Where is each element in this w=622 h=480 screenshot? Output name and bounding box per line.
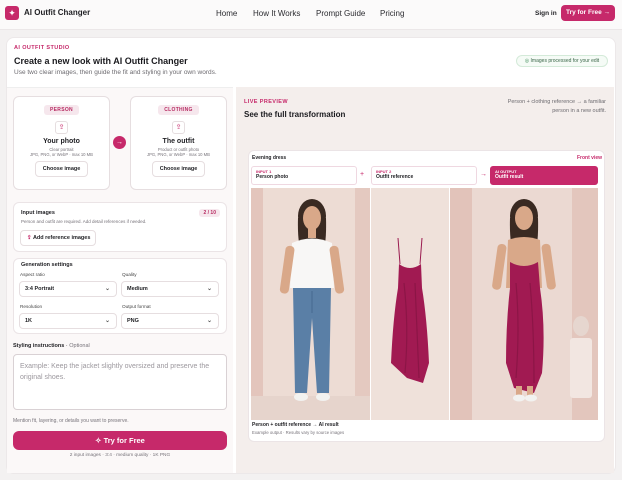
person-title: Your photo: [43, 138, 80, 145]
step2-title: Outfit reference: [376, 174, 414, 180]
quality-label: Quality: [122, 272, 137, 277]
choose-person-image-button[interactable]: Choose image: [34, 161, 89, 178]
aspect-ratio-select[interactable]: 3:4 Portrait ⌄: [19, 281, 117, 297]
person-photo-image: [251, 188, 370, 420]
preview-eyebrow: LIVE PREVIEW: [244, 99, 288, 105]
clothing-title: The outfit: [162, 138, 195, 145]
step-input-2: INPUT 2 Outfit reference: [371, 166, 477, 185]
quality-value: Medium: [127, 286, 148, 292]
input-images-desc: Person and outfit are required. Add deta…: [21, 219, 147, 224]
preview-caption-sub: Example output · Results vary by source …: [252, 430, 345, 435]
preview-title: See the full transformation: [244, 110, 346, 119]
resolution-select[interactable]: 1K ⌄: [19, 313, 117, 329]
page-subtitle: Use two clear images, then guide the fit…: [14, 69, 217, 76]
aspect-ratio-label: Aspect ratio: [20, 272, 45, 277]
choose-clothing-image-button[interactable]: Choose image: [151, 161, 206, 178]
nav-link-home[interactable]: Home: [216, 9, 237, 18]
styling-instructions-textarea[interactable]: Example: Keep the jacket slightly oversi…: [13, 354, 227, 410]
preview-card-title: Evening dress: [252, 155, 287, 161]
sign-in-link[interactable]: Sign in: [535, 10, 557, 17]
clothing-formats: JPG, PNG, or WebP · max 10 MB: [147, 152, 210, 158]
upload-icon: ⇪: [27, 235, 32, 241]
chevron-down-icon: ⌄: [206, 286, 212, 292]
chevron-down-icon: ⌄: [104, 286, 110, 292]
top-nav: ✦ AI Outfit Changer Home How It Works Pr…: [0, 0, 622, 30]
try-free-button[interactable]: ✧ Try for Free: [13, 431, 227, 450]
optional-label: Optional: [69, 343, 90, 349]
aspect-ratio-value: 3:4 Portrait: [25, 286, 55, 292]
brand-name[interactable]: AI Outfit Changer: [24, 8, 90, 17]
nav-link-how-it-works[interactable]: How It Works: [253, 9, 300, 18]
nav-link-pricing[interactable]: Pricing: [380, 9, 404, 18]
generation-summary: 2 input images · 3:4 · medium quality · …: [69, 453, 171, 458]
generation-settings-title: Generation settings: [21, 262, 73, 268]
arrow-right-icon: →: [113, 136, 126, 149]
step-ai-output: AI OUTPUT Outfit result: [490, 166, 598, 185]
arrow-right-icon: →: [480, 171, 487, 178]
styling-label: Styling instructions: [13, 343, 65, 349]
person-chip: PERSON: [44, 105, 79, 115]
clothing-upload-box[interactable]: CLOTHING ⇪ The outfit Product or outfit …: [130, 96, 227, 190]
try-free-nav-button[interactable]: Try for Free →: [561, 5, 615, 21]
try-free-label: Try for Free: [103, 436, 145, 445]
person-upload-box[interactable]: PERSON ⇪ Your photo Clear portrait JPG, …: [13, 96, 110, 190]
styling-hint: Mention fit, layering, or details you wa…: [13, 418, 129, 424]
preview-desc: Person + clothing reference → a familiar…: [507, 99, 606, 114]
step-input-1: INPUT 1 Person photo: [251, 166, 357, 185]
resolution-label: Resolution: [20, 304, 43, 309]
front-view-toggle[interactable]: Front view: [577, 155, 602, 161]
resolution-value: 1K: [25, 318, 33, 324]
status-badge: ◎ Images processed for your edit: [516, 55, 608, 67]
output-format-value: PNG: [127, 318, 139, 324]
styling-label-row: Styling instructions · Optional: [13, 343, 90, 349]
quality-select[interactable]: Medium ⌄: [121, 281, 219, 297]
ai-result-image: [450, 188, 598, 420]
chevron-down-icon: ⌄: [206, 318, 212, 324]
chevron-down-icon: ⌄: [104, 318, 110, 324]
step1-title: Person photo: [256, 174, 289, 180]
input-images-section: Input images 2 / 10 Person and outfit ar…: [13, 202, 227, 252]
sparkle-icon: ✧: [95, 436, 102, 445]
add-reference-label: Add reference images: [32, 235, 91, 241]
upload-icon: ⇪: [55, 121, 68, 134]
plus-icon: +: [360, 171, 365, 178]
image-count-badge: 2 / 10: [199, 209, 220, 217]
page-title: Create a new look with AI Outfit Changer: [14, 56, 188, 66]
arrow-right-icon: →: [603, 9, 611, 16]
add-reference-images-button[interactable]: ⇪ Add reference images: [20, 230, 96, 246]
shield-check-icon: ◎: [524, 58, 530, 64]
nav-link-prompt-guide[interactable]: Prompt Guide: [316, 9, 365, 18]
studio-eyebrow: AI OUTFIT STUDIO: [14, 45, 70, 51]
output-format-select[interactable]: PNG ⌄: [121, 313, 219, 329]
step3-title: Outfit result: [495, 174, 524, 180]
person-formats: JPG, PNG, or WebP · max 10 MB: [30, 152, 93, 158]
output-format-label: Output format: [122, 304, 151, 309]
logo-icon[interactable]: ✦: [5, 6, 19, 20]
outfit-reference-image: [371, 188, 449, 420]
input-images-title: Input images: [21, 210, 55, 216]
preview-caption: Person + outfit reference → AI result: [252, 422, 339, 428]
upload-icon: ⇪: [172, 121, 185, 134]
try-free-nav-label: Try for Free: [565, 9, 602, 16]
status-badge-label: Images processed for your edit: [530, 58, 600, 64]
clothing-chip: CLOTHING: [158, 105, 199, 115]
